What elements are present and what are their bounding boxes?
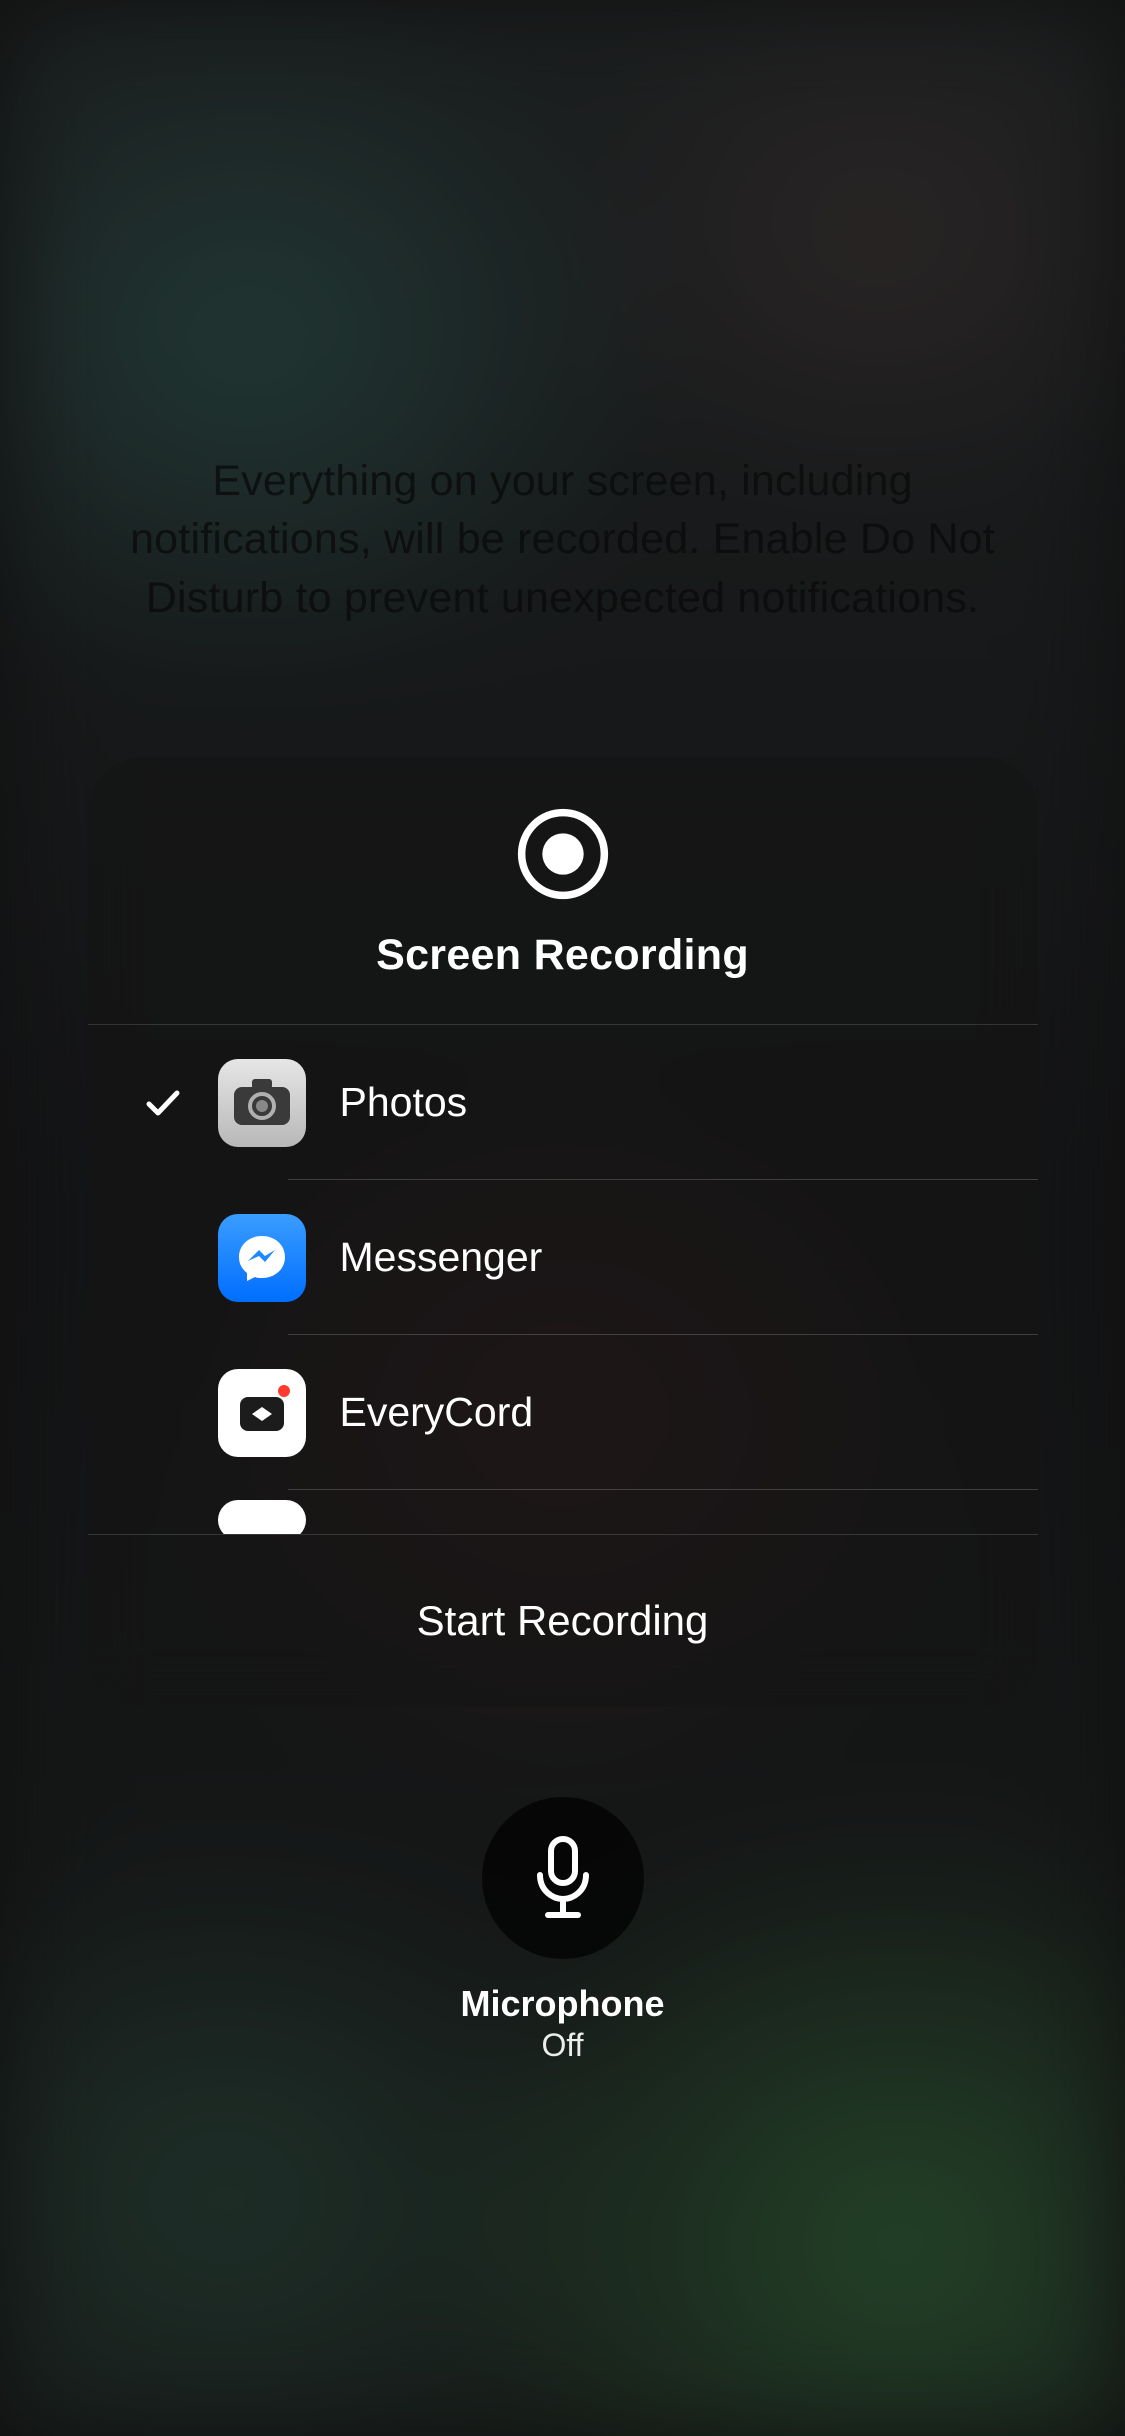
microphone-toggle-button[interactable] (482, 1797, 644, 1959)
app-destination-list[interactable]: Photos Messenger (88, 1025, 1038, 1535)
app-label: Messenger (340, 1234, 543, 1281)
start-recording-label: Start Recording (417, 1597, 709, 1645)
start-recording-button[interactable]: Start Recording (88, 1535, 1038, 1707)
microphone-state: Off (541, 2027, 583, 2064)
record-icon (516, 807, 610, 901)
recording-disclaimer: Everything on your screen, including not… (123, 452, 1003, 627)
panel-header: Screen Recording (88, 757, 1038, 1025)
app-row-photos[interactable]: Photos (88, 1025, 1038, 1180)
everycord-app-icon (218, 1369, 306, 1457)
checkmark-icon (118, 1083, 208, 1123)
microphone-section: Microphone Off (461, 1797, 665, 2064)
panel-title: Screen Recording (376, 931, 749, 980)
app-label: EveryCord (340, 1389, 534, 1436)
app-row-more[interactable] (88, 1490, 1038, 1535)
app-label: Photos (340, 1079, 468, 1126)
messenger-app-icon (218, 1214, 306, 1302)
microphone-icon (530, 1833, 596, 1923)
screen-recording-panel: Screen Recording Photos (88, 757, 1038, 1707)
photos-app-icon (218, 1059, 306, 1147)
screen-recording-sheet: Everything on your screen, including not… (0, 0, 1125, 2436)
app-row-messenger[interactable]: Messenger (88, 1180, 1038, 1335)
next-app-icon-peek (218, 1500, 306, 1535)
app-row-everycord[interactable]: EveryCord (88, 1335, 1038, 1490)
microphone-label: Microphone (461, 1983, 665, 2025)
